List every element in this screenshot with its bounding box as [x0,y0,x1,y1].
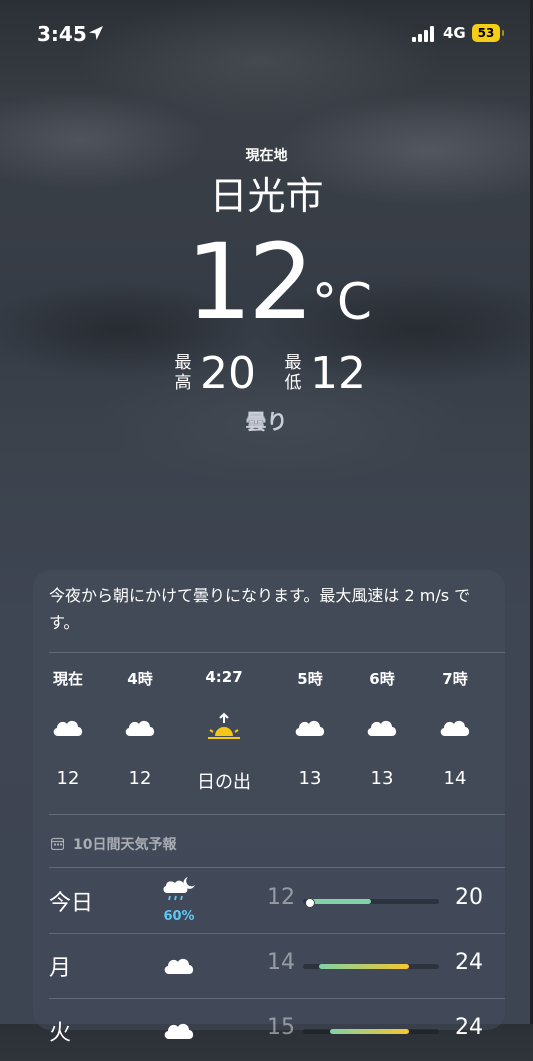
hour-temp: 13 [298,768,322,789]
low-label-bottom: 低 [284,373,302,393]
temp-range-fill [319,964,410,969]
day-high-temp: 24 [455,1015,483,1040]
hour-temp: 13 [370,768,394,789]
my-location-label: 現在地 [245,148,288,164]
cloud-icon [437,712,473,742]
temp-range-fill [305,899,371,904]
hour-label: 現在 [52,670,83,688]
battery-icon: 53 [472,24,506,42]
temp-range-bar [303,1029,439,1034]
cloud-icon [50,712,86,742]
day-high-temp: 24 [455,950,483,975]
cloud-icon [364,712,400,742]
location-arrow-icon [89,26,103,40]
hour-temp: 14 [443,768,467,789]
divider [49,652,505,653]
day-row[interactable]: 火 15 24 [33,999,505,1061]
calendar-icon [51,837,64,850]
cloud-moon-rain-icon [161,875,197,905]
ten-day-label: 10日間天気予報 [73,837,177,853]
hour-label: 5時 [297,670,323,688]
day-name: 月 [49,956,72,981]
temp-range-fill [330,1029,410,1034]
network-type: 4G [443,24,466,42]
temp-range-bar [303,964,439,969]
hour-label: 7時 [442,670,468,688]
hour-label: 6時 [369,670,395,688]
temperature-unit: °C [312,273,372,331]
hour-temp: 12 [56,768,80,789]
day-row[interactable]: 月 14 24 [33,934,505,996]
low-label-top: 最 [284,353,302,373]
hour-label: 4:27 [205,668,243,686]
high-label-top: 最 [174,353,192,373]
day-name: 火 [49,1021,72,1046]
cloud-icon [161,1015,197,1045]
forecast-card[interactable]: 今夜から朝にかけて曇りになります。最大風速は 2 m/s です。 現在 12 4時 1… [33,570,505,1046]
sunrise-icon [206,712,242,742]
high-label-bottom: 高 [174,373,192,393]
forecast-summary: 今夜から朝にかけて曇りになります。最大風速は 2 m/s です。 [49,586,471,632]
temp-range-bar [303,897,439,908]
day-row[interactable]: 今日 60% 12 20 [33,869,505,931]
day-name: 今日 [49,891,94,916]
hour-label: 4時 [127,670,153,688]
high-temp: 20 [200,348,256,399]
cloud-icon [292,712,328,742]
battery-level: 53 [472,24,500,42]
day-low-temp: 14 [267,950,295,975]
day-low-temp: 15 [267,1015,295,1040]
status-time: 3:45 [37,22,87,46]
current-temperature: 12 °C [186,222,386,342]
condition-text: 曇り [245,410,288,434]
cellular-signal-icon [412,26,434,42]
divider [49,814,505,815]
hour-temp: 12 [128,768,152,789]
city-name: 日光市 [209,174,324,218]
current-temp-dot [305,897,315,908]
cloud-icon [161,950,197,980]
day-high-temp: 20 [455,885,483,910]
temperature-value: 12 [186,221,314,343]
day-low-temp: 12 [267,885,295,910]
cloud-icon [122,712,158,742]
precip-chance: 60% [163,909,195,924]
divider [49,867,505,868]
status-bar: 3:45 4G 53 [0,0,533,60]
hour-temp: 日の出 [197,772,251,793]
low-temp: 12 [310,348,366,399]
